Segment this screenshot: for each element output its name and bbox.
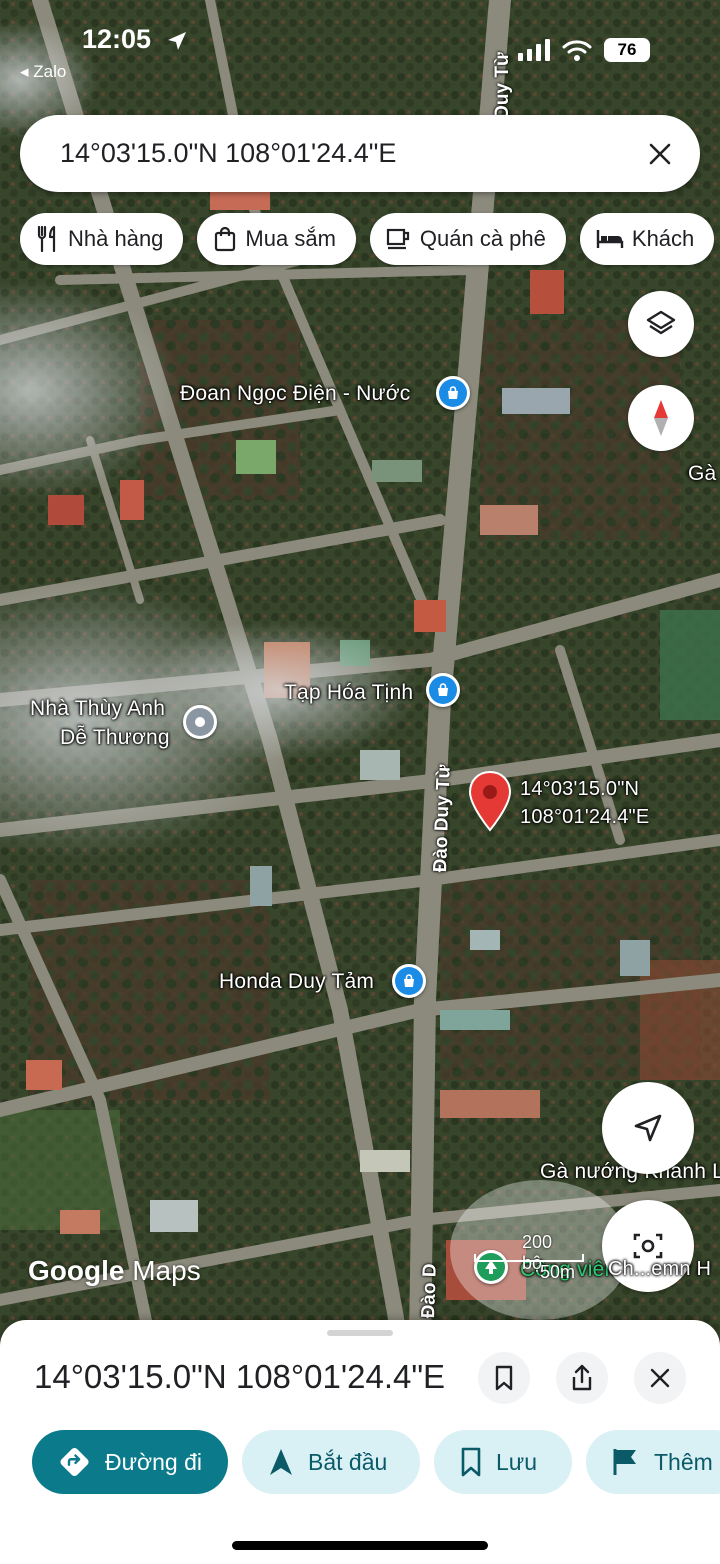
status-indicators: 76: [518, 38, 650, 62]
place-title: 14°03'15.0"N 108°01'24.4"E: [34, 1358, 446, 1395]
close-icon: [650, 1368, 670, 1388]
chip-hotels[interactable]: Khách: [579, 213, 715, 265]
search-bar[interactable]: 14°03'15.0"N 108°01'24.4"E: [20, 115, 700, 192]
road-label-dao-d-bottom: Đào D: [418, 1263, 441, 1319]
shopping-bag-icon: [215, 226, 236, 252]
chip-label: Khách: [631, 226, 695, 251]
poi-label-ga[interactable]: Gà: [688, 462, 716, 486]
share-icon: [572, 1364, 592, 1391]
location-arrow-icon: [168, 32, 186, 50]
compass-button[interactable]: [628, 385, 694, 451]
google-logo-text: Google: [28, 1255, 125, 1286]
dropped-pin-lng: 108°01'24.4"E: [520, 806, 650, 828]
sheet-grabber[interactable]: [327, 1330, 393, 1336]
clear-search-button[interactable]: [630, 124, 690, 184]
compass-icon: [654, 400, 668, 436]
shopping-pin-icon[interactable]: [426, 673, 460, 707]
coffee-cup-icon: [386, 228, 410, 250]
chip-label: Quán cà phê: [419, 226, 546, 251]
scale-bar: [474, 1254, 584, 1262]
status-time: 12:05: [82, 24, 152, 54]
close-sheet-button[interactable]: [634, 1352, 686, 1404]
flag-icon: [613, 1449, 636, 1475]
navigation-start-icon: [270, 1449, 292, 1475]
shopping-pin-icon[interactable]: [436, 376, 470, 410]
chip-restaurants[interactable]: Nhà hàng: [20, 213, 184, 265]
chip-label: Mua sắm: [245, 226, 336, 251]
poi-label-doan-ngoc-dien[interactable]: Đoan Ngọc Điện - Nước: [180, 382, 410, 406]
back-to-app-link[interactable]: ◂ Zalo: [20, 62, 66, 82]
scale-label-meters: 50m: [540, 1262, 576, 1282]
share-button[interactable]: [556, 1352, 608, 1404]
shopping-pin-icon[interactable]: [392, 964, 426, 998]
location-dot-icon[interactable]: [183, 705, 217, 739]
action-buttons: Đường đi Bắt đầu Lưu Thêm: [32, 1430, 720, 1494]
road-label-dao-duy-tu: Đào Duy Từ: [430, 764, 455, 873]
poi-label-tap-hoa-tinh[interactable]: Tạp Hóa Tịnh: [284, 681, 413, 705]
more-button[interactable]: Thêm: [586, 1430, 720, 1494]
signal-icon: [518, 39, 550, 61]
start-label: Bắt đầu: [308, 1448, 388, 1475]
chip-coffee[interactable]: Quán cà phê: [369, 213, 566, 265]
save-label: Lưu: [496, 1448, 537, 1475]
directions-button[interactable]: Đường đi: [32, 1430, 228, 1494]
layers-button[interactable]: [628, 291, 694, 357]
bookmark-icon: [461, 1447, 481, 1477]
poi-label-nha-thuy-anh-line2: Dễ Thương: [60, 726, 170, 749]
home-indicator[interactable]: [232, 1541, 488, 1550]
chip-label: Nhà hàng: [68, 226, 164, 251]
dropped-pin-icon[interactable]: [468, 770, 512, 832]
directions-label: Đường đi: [105, 1448, 202, 1475]
directions-icon: [60, 1447, 89, 1477]
more-label: Thêm: [654, 1448, 713, 1475]
poi-label-nha-thuy-anh[interactable]: Nhà Thùy Anh: [30, 697, 165, 721]
poi-label-chem[interactable]: Ch...emn H: [608, 1258, 711, 1281]
layers-icon: [646, 310, 676, 335]
google-maps-logo: Google Maps: [28, 1255, 201, 1287]
dropped-pin-lat: 14°03'15.0"N: [520, 778, 640, 800]
my-location-button[interactable]: [602, 1082, 694, 1174]
wifi-icon: [562, 40, 592, 61]
category-chips: Nhà hàng Mua sắm Quán cà phê Khách: [20, 213, 715, 265]
fork-knife-icon: [37, 226, 56, 252]
battery-indicator: 76: [604, 38, 650, 62]
bookmark-button[interactable]: [478, 1352, 530, 1404]
close-icon: [649, 143, 671, 164]
poi-label-honda-duy-tam[interactable]: Honda Duy Tảm: [219, 970, 374, 994]
place-bottom-sheet[interactable]: 14°03'15.0"N 108°01'24.4"E Đường đi Bắt …: [0, 1320, 720, 1564]
maps-logo-text: Maps: [132, 1255, 201, 1286]
navigation-arrow-icon: [634, 1114, 662, 1142]
chip-shopping[interactable]: Mua sắm: [197, 213, 356, 265]
bookmark-icon: [495, 1365, 513, 1391]
search-input[interactable]: 14°03'15.0"N 108°01'24.4"E: [20, 138, 630, 169]
save-button[interactable]: Lưu: [434, 1430, 572, 1494]
bed-icon: [596, 230, 624, 248]
start-button[interactable]: Bắt đầu: [242, 1430, 420, 1494]
